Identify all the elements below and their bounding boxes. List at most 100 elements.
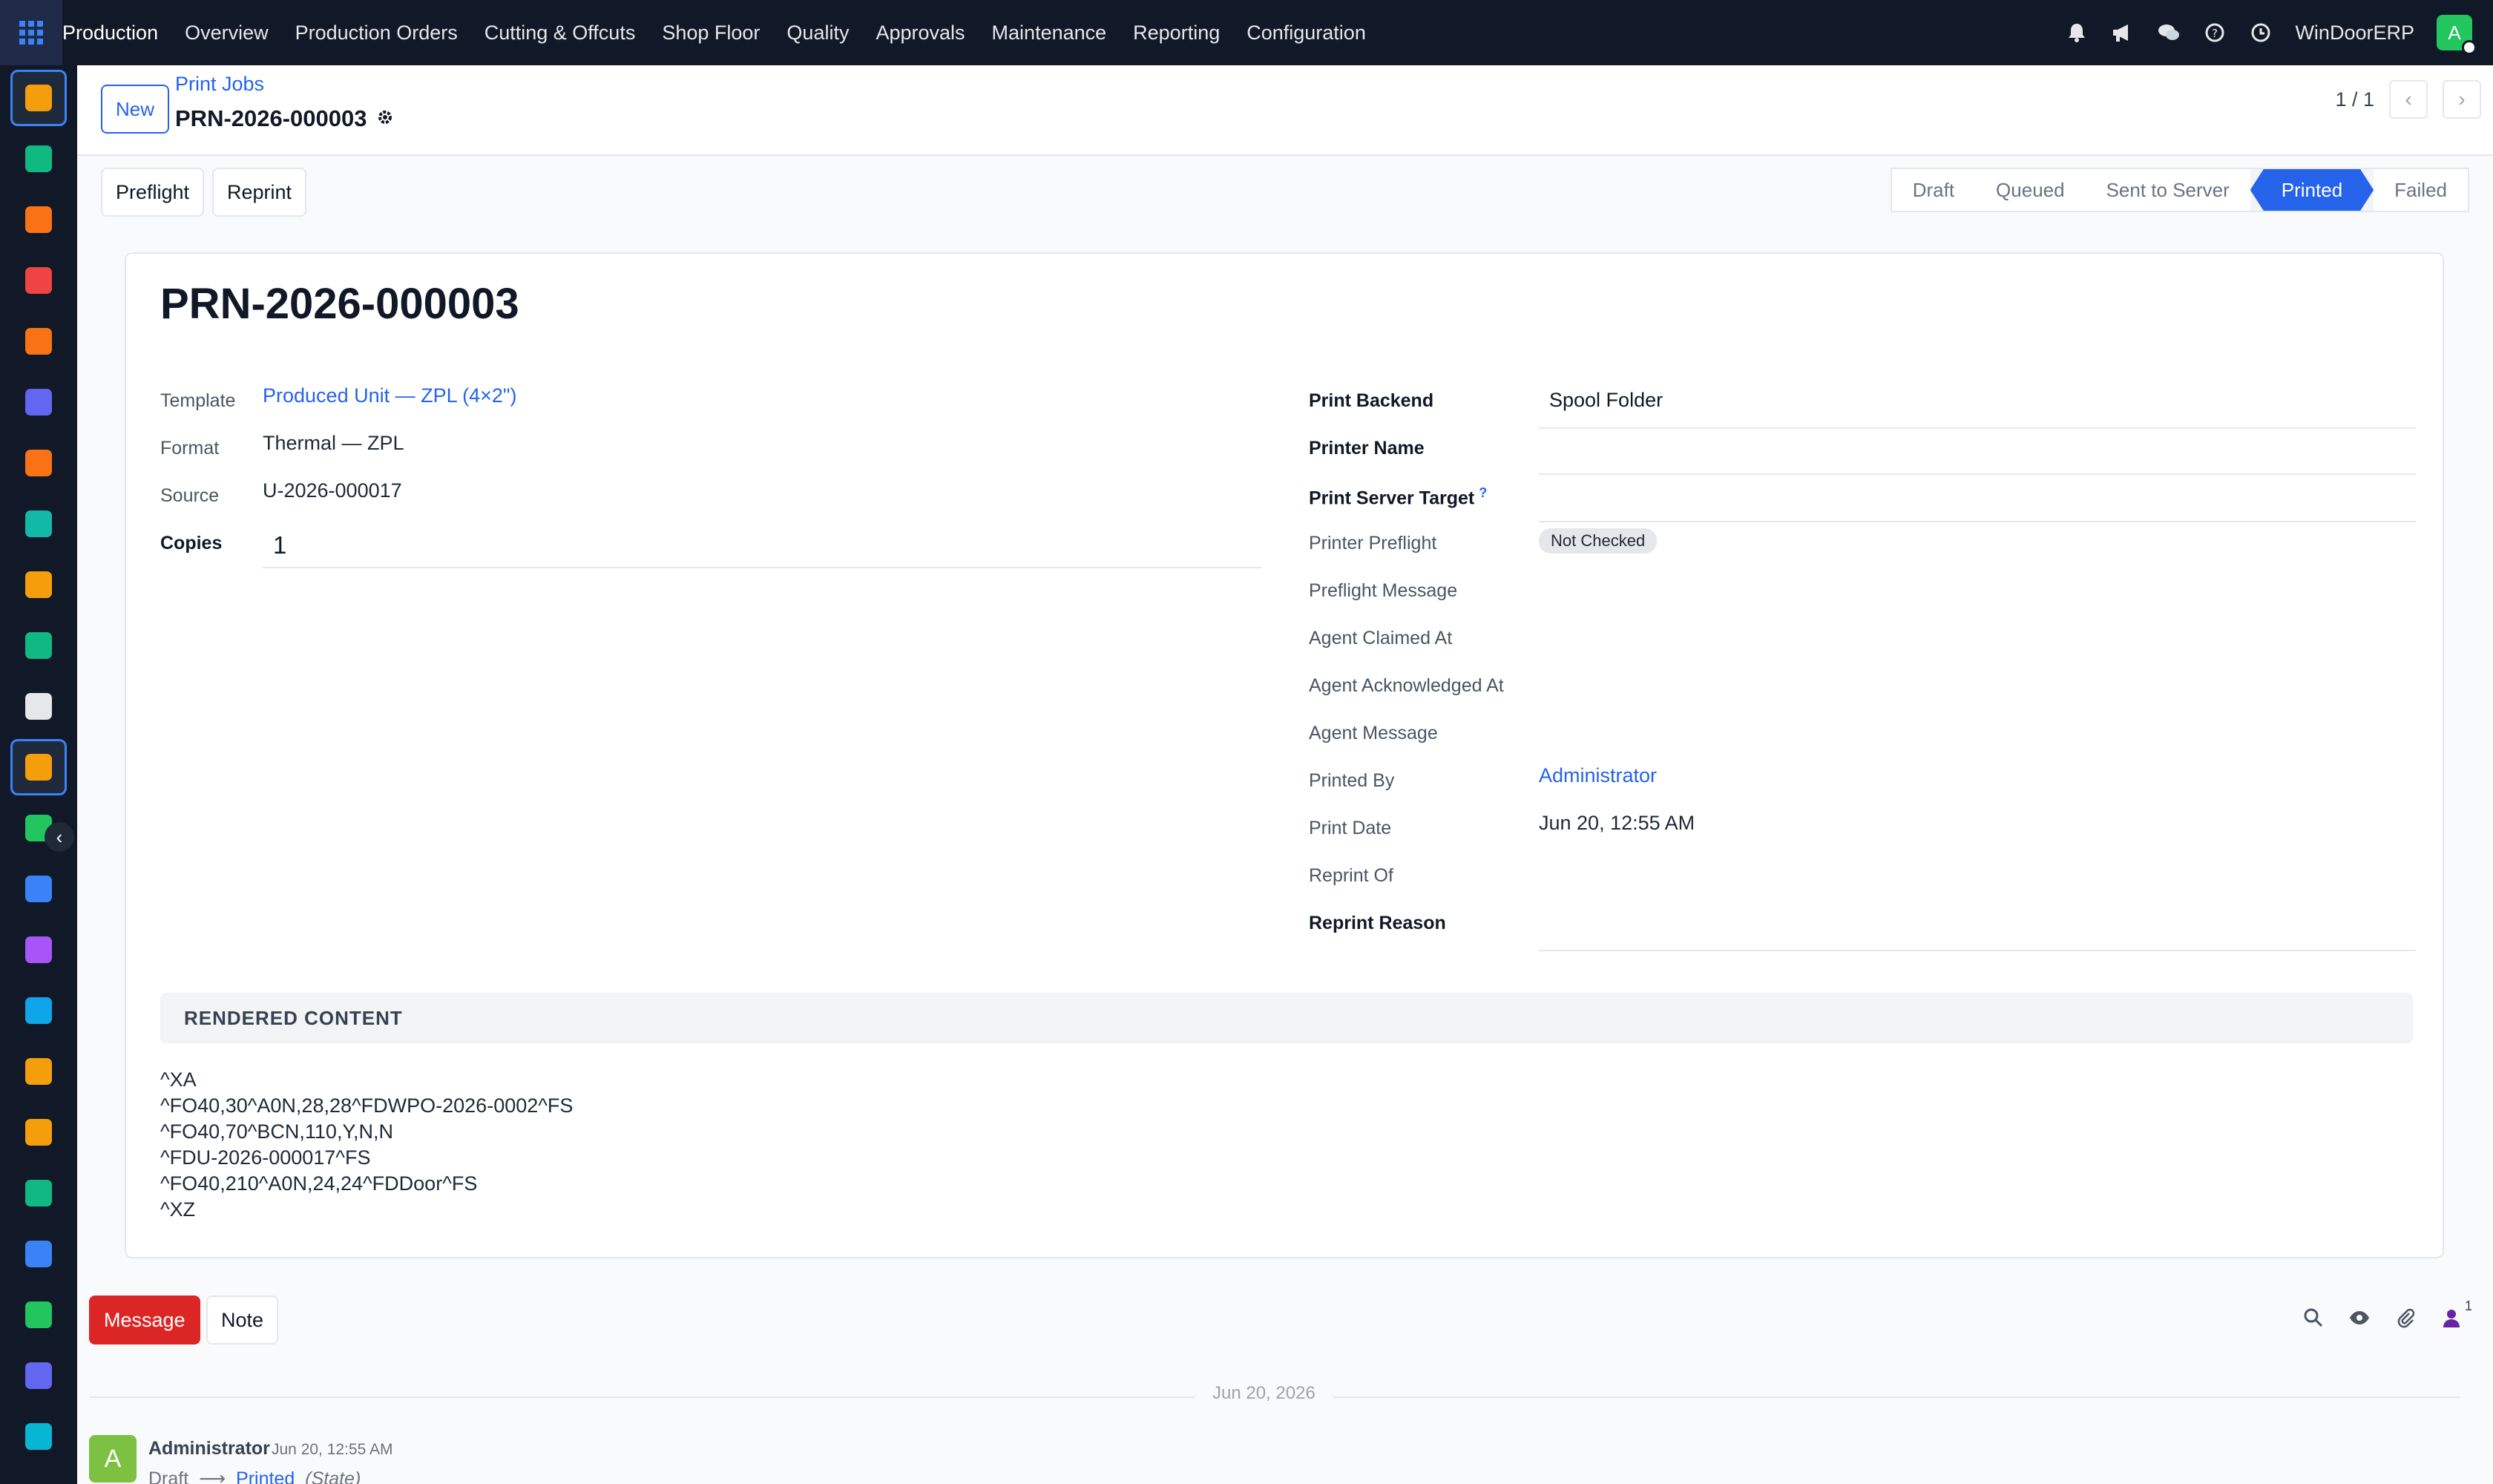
stage-printed[interactable]: Printed (2250, 169, 2374, 211)
followers-icon[interactable]: 1 (2440, 1298, 2472, 1330)
dock-collapse-button[interactable]: ‹ (45, 822, 74, 852)
send-message-button[interactable]: Message (89, 1296, 200, 1345)
agent-acknowledged-at-label: Agent Acknowledged At (1309, 675, 1504, 696)
stage-queued[interactable]: Queued (1975, 169, 2086, 211)
apps-app-icon (25, 1241, 52, 1267)
gear-icon[interactable] (376, 105, 394, 132)
preflight-button[interactable]: Preflight (101, 168, 205, 217)
print-server-target-input[interactable] (1539, 482, 2416, 522)
dock-calendar-app[interactable] (10, 1104, 67, 1160)
dock-print-app[interactable] (10, 739, 67, 795)
stage-draft[interactable]: Draft (1891, 169, 1976, 211)
reprint-button[interactable]: Reprint (212, 168, 307, 217)
dock-discuss-app[interactable] (10, 313, 67, 370)
menu-quality[interactable]: Quality (786, 22, 849, 45)
stage-sent-to-server[interactable]: Sent to Server (2085, 169, 2250, 211)
control-panel: New Print Jobs PRN-2026-000003 1 / 1 ‹ › (77, 65, 2493, 156)
clock-icon[interactable] (2249, 21, 2273, 45)
stage-failed[interactable]: Failed (2374, 169, 2468, 211)
reprint-reason-input[interactable] (1539, 907, 2416, 951)
print-backend-select[interactable]: Spool Folder (1539, 389, 2416, 429)
invoicing-app-icon (25, 997, 52, 1024)
menu-configuration[interactable]: Configuration (1246, 22, 1366, 45)
app-menu-button[interactable] (0, 0, 62, 65)
bell-icon[interactable] (2065, 21, 2089, 45)
company-switcher[interactable]: WinDoorERP (2295, 22, 2414, 45)
mail-app-icon (25, 389, 52, 416)
pager-next-button[interactable]: › (2443, 80, 2481, 119)
date-separator: Jun 20, 2026 (1195, 1383, 1333, 1404)
status-bar: Draft Queued Sent to Server Printed Fail… (1890, 168, 2469, 212)
dock-apps-app[interactable] (10, 1226, 67, 1282)
chevron-right-icon: › (2458, 88, 2466, 111)
dock-production-app[interactable] (10, 70, 67, 126)
chat-icon[interactable] (2157, 21, 2181, 45)
whatsapp-app-icon (25, 1301, 52, 1328)
dock-packages-app[interactable] (10, 922, 67, 978)
user-initial: A (2448, 21, 2461, 44)
breadcrumb-print-jobs[interactable]: Print Jobs (175, 73, 264, 96)
reprint-of-label: Reprint Of (1309, 865, 1393, 886)
dock-knowledge-app[interactable] (10, 861, 67, 917)
discuss-app-icon (25, 328, 52, 355)
dock-invoicing-app[interactable] (10, 982, 67, 1039)
dock-website-app[interactable] (10, 1408, 67, 1465)
message-author[interactable]: Administrator (148, 1438, 270, 1460)
user-avatar[interactable]: A (2437, 15, 2477, 55)
printed-by-label: Printed By (1309, 770, 1395, 791)
dock-reporting-app[interactable] (10, 191, 67, 248)
template-value[interactable]: Produced Unit — ZPL (4×2") (263, 384, 516, 407)
reporting-app-icon (25, 206, 52, 233)
dock-dashboard-app[interactable] (10, 252, 67, 309)
menu-production-orders[interactable]: Production Orders (295, 22, 458, 45)
log-note-button[interactable]: Note (206, 1296, 279, 1345)
printer-preflight-badge: Not Checked (1539, 528, 1658, 554)
format-label: Format (160, 438, 220, 459)
dock-sign-app[interactable] (10, 1165, 67, 1221)
dock-chat-app[interactable] (10, 435, 67, 491)
paperclip-icon[interactable] (2394, 1306, 2417, 1330)
message-date: Jun 20, 12:55 AM (272, 1441, 393, 1458)
dock-stats-app[interactable] (10, 556, 67, 613)
menu-overview[interactable]: Overview (185, 22, 269, 45)
dock-employees-app[interactable] (10, 617, 67, 674)
printer-name-input[interactable] (1539, 435, 2416, 475)
copies-input[interactable]: 1 (263, 527, 1261, 568)
copies-label: Copies (160, 533, 223, 554)
arrow-right-icon: ⟶ (199, 1468, 226, 1484)
app-brand[interactable]: Production (62, 22, 158, 45)
print-date-value: Jun 20, 12:55 AM (1539, 812, 1695, 834)
new-button[interactable]: New (101, 85, 169, 134)
stats-app-icon (25, 571, 52, 598)
eye-icon[interactable] (2348, 1306, 2371, 1330)
sign-app-icon (25, 1180, 52, 1206)
rendered-line: ^FDU-2026-000017^FS (160, 1146, 371, 1169)
megaphone-icon[interactable] (2111, 21, 2135, 45)
help-icon[interactable]: ? (2203, 21, 2227, 45)
menu-shop-floor[interactable]: Shop Floor (662, 22, 760, 45)
app-dock: ‹ (0, 65, 77, 1484)
pager-previous-button[interactable]: ‹ (2389, 80, 2428, 119)
print-server-target-label: Print Server Target? (1309, 485, 1487, 509)
tracking-value: Draft ⟶ Printed (State) (148, 1468, 361, 1484)
search-icon[interactable] (2302, 1306, 2325, 1330)
dock-quality-app[interactable] (10, 496, 67, 552)
dock-timer-app[interactable] (10, 1347, 67, 1404)
printed-by-value[interactable]: Administrator (1539, 764, 1657, 787)
dock-team-app[interactable] (10, 1043, 67, 1100)
contacts-app-icon (25, 145, 52, 172)
dock-contacts-app[interactable] (10, 131, 67, 187)
pager-value[interactable]: 1 / 1 (2335, 88, 2374, 111)
dock-inventory-app[interactable] (10, 678, 67, 735)
help-tooltip-icon[interactable]: ? (1479, 485, 1487, 500)
dock-whatsapp-app[interactable] (10, 1287, 67, 1343)
menu-maintenance[interactable]: Maintenance (992, 22, 1107, 45)
agent-claimed-at-label: Agent Claimed At (1309, 628, 1453, 649)
menu-reporting[interactable]: Reporting (1133, 22, 1220, 45)
message-author-avatar[interactable]: A (89, 1435, 137, 1483)
menu-cutting-offcuts[interactable]: Cutting & Offcuts (485, 22, 636, 45)
menu-approvals[interactable]: Approvals (876, 22, 965, 45)
preflight-message-label: Preflight Message (1309, 580, 1458, 601)
printer-name-label: Printer Name (1309, 438, 1425, 459)
dock-mail-app[interactable] (10, 374, 67, 430)
